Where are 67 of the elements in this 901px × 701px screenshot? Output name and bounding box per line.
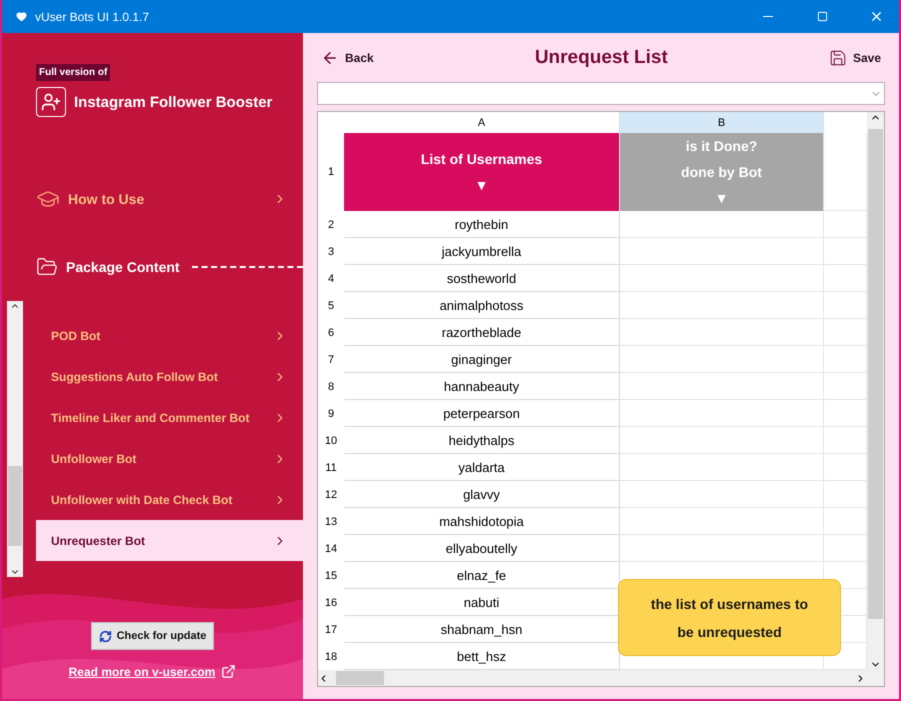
row-number: 6 xyxy=(326,326,336,340)
table-cell: peterpearson xyxy=(344,400,620,427)
row-number: 11 xyxy=(324,460,338,476)
row-number: 1 xyxy=(326,165,336,180)
scroll-thumb[interactable] xyxy=(336,671,384,685)
back-button[interactable]: Back xyxy=(321,48,374,67)
header-cell: List of Usernames ▼ xyxy=(344,133,620,211)
table-cell: heidythalps xyxy=(344,427,620,454)
row-number: 17 xyxy=(324,622,338,638)
row-number: 4 xyxy=(326,272,336,286)
row-number: 9 xyxy=(326,406,336,422)
maximize-icon xyxy=(816,11,828,22)
minimize-icon xyxy=(763,16,773,17)
folder-icon xyxy=(36,256,58,278)
menu-item[interactable]: Unfollower with Date Check Bot xyxy=(36,479,303,520)
table-cell: sostheworld xyxy=(344,265,620,292)
row-number: 3 xyxy=(326,244,336,260)
table-cell: animalphotoss xyxy=(344,292,620,319)
product-name: Instagram Follower Booster xyxy=(74,94,272,110)
row-number: 12 xyxy=(324,488,338,502)
row-number: 2 xyxy=(326,218,336,232)
window-title: vUser Bots UI 1.0.1.7 xyxy=(35,10,150,24)
app-icon xyxy=(16,11,27,22)
menu-item[interactable]: POD Bot xyxy=(36,315,303,356)
table-cell: razortheblade xyxy=(344,319,620,346)
row-number: 16 xyxy=(324,596,338,610)
row-number: 5 xyxy=(326,298,336,314)
external-link-icon xyxy=(221,664,236,679)
header-cell: is it Done? done by Bot ▼ xyxy=(620,133,824,211)
version-badge: Full version of xyxy=(36,64,110,81)
section-heading: Package Content xyxy=(66,259,180,275)
menu-link[interactable]: How to Use xyxy=(68,191,144,207)
save-icon xyxy=(828,48,847,67)
table-cell: ginaginger xyxy=(344,346,620,373)
scroll-thumb[interactable] xyxy=(868,129,883,619)
table-cell: ellyaboutelly xyxy=(344,535,620,562)
save-button[interactable]: Save xyxy=(828,48,881,67)
website-link[interactable]: Read more on v-user.com xyxy=(68,664,216,678)
menu-item[interactable]: Suggestions Auto Follow Bot xyxy=(36,356,303,397)
menu-item[interactable]: Unfollower Bot xyxy=(36,438,303,479)
scroll-thumb[interactable] xyxy=(8,466,22,546)
row-number: 13 xyxy=(324,514,338,530)
row-number: 8 xyxy=(326,380,336,394)
table-cell: hannabeauty xyxy=(344,373,620,400)
table-cell: mahshidotopia xyxy=(344,508,620,535)
table-cell: glavvy xyxy=(344,481,620,508)
scrollbar[interactable] xyxy=(7,301,23,577)
dropdown-field[interactable] xyxy=(317,82,885,105)
update-button[interactable]: Check for update xyxy=(91,622,214,650)
table-cell: elnaz_fe xyxy=(344,562,620,589)
scrollbar[interactable] xyxy=(867,112,884,670)
refresh-icon xyxy=(98,630,112,642)
table-cell: yaldarta xyxy=(344,454,620,481)
page-title: Unrequest List xyxy=(534,46,668,69)
scrollbar[interactable] xyxy=(318,670,884,686)
user-add-icon xyxy=(36,87,66,117)
row-number: 14 xyxy=(324,542,338,556)
row-number: 7 xyxy=(326,352,336,368)
tooltip: the list of usernames to be unrequested xyxy=(618,579,841,656)
row-number: 15 xyxy=(324,568,338,584)
table-cell: jackyumbrella xyxy=(344,238,620,265)
column-header[interactable]: B xyxy=(620,112,824,133)
menu-item[interactable]: Unrequester Bot xyxy=(36,520,303,561)
table-cell: roythebin xyxy=(344,211,620,238)
row-number: 18 xyxy=(324,650,338,664)
menu-item[interactable]: Timeline Liker and Commenter Bot xyxy=(36,397,303,438)
row-number: 10 xyxy=(324,434,338,448)
